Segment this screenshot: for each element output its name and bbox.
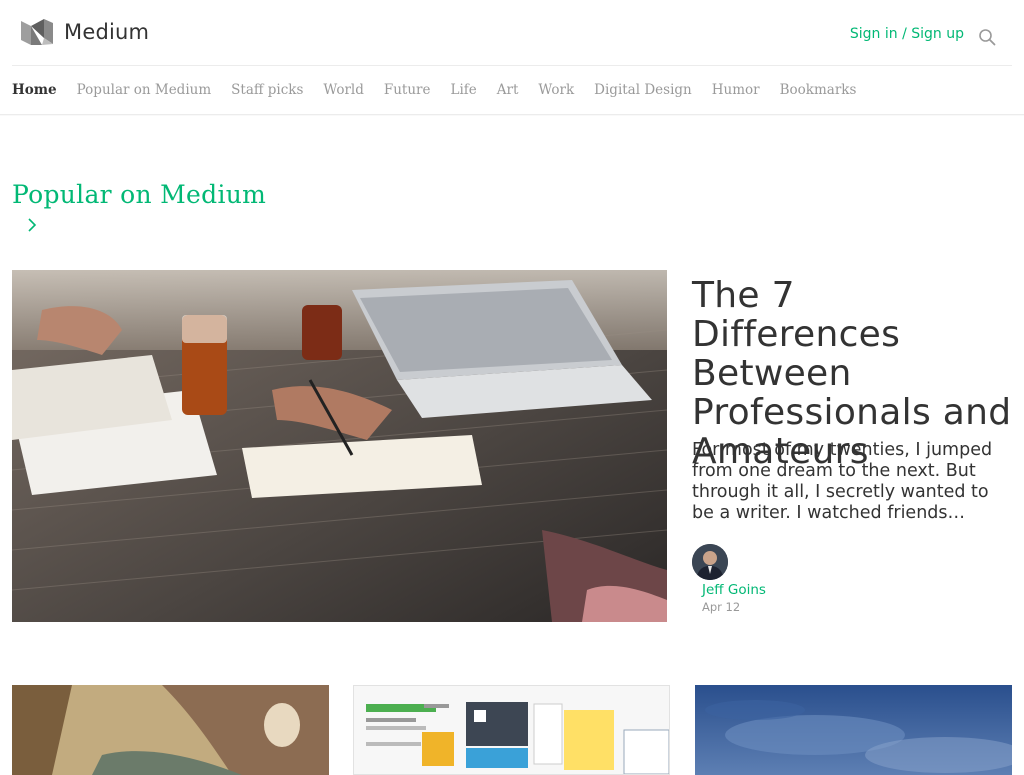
nav-item-humor[interactable]: Humor: [712, 82, 760, 98]
brand-name: Medium: [64, 20, 150, 44]
author-avatar[interactable]: [692, 544, 728, 580]
article-excerpt[interactable]: For most of my twenties, I jumped from o…: [692, 440, 1012, 524]
medium-logo-icon: [21, 19, 53, 45]
nav-divider: [0, 114, 1024, 116]
section-title[interactable]: Popular on Medium: [12, 180, 266, 209]
nav-item-work[interactable]: Work: [538, 82, 574, 98]
nav-item-art[interactable]: Art: [497, 82, 519, 98]
author-name[interactable]: Jeff Goins: [702, 582, 766, 598]
story-card-image[interactable]: [12, 685, 329, 775]
nav-item-popular-on-medium[interactable]: Popular on Medium: [77, 82, 212, 98]
story-card-image[interactable]: [353, 685, 670, 775]
chevron-right-icon[interactable]: [26, 217, 38, 233]
publish-date: Apr 12: [702, 600, 741, 614]
nav-item-home[interactable]: Home: [12, 82, 57, 98]
category-nav: Home Popular on Medium Staff picks World Fut…: [12, 66, 1012, 114]
nav-item-digital-design[interactable]: Digital Design: [594, 82, 692, 98]
sign-in-link[interactable]: Sign in / Sign up: [850, 26, 964, 42]
brand-logo[interactable]: Medium: [20, 18, 149, 46]
nav-item-bookmarks[interactable]: Bookmarks: [780, 82, 857, 98]
nav-item-future[interactable]: Future: [384, 82, 431, 98]
nav-item-staff-picks[interactable]: Staff picks: [231, 82, 303, 98]
story-card-image[interactable]: [695, 685, 1012, 775]
search-icon[interactable]: [978, 28, 996, 46]
nav-item-world[interactable]: World: [323, 82, 364, 98]
featured-image[interactable]: [12, 270, 667, 622]
nav-item-life[interactable]: Life: [451, 82, 477, 98]
site-header: Medium Sign in / Sign up: [0, 0, 1024, 66]
